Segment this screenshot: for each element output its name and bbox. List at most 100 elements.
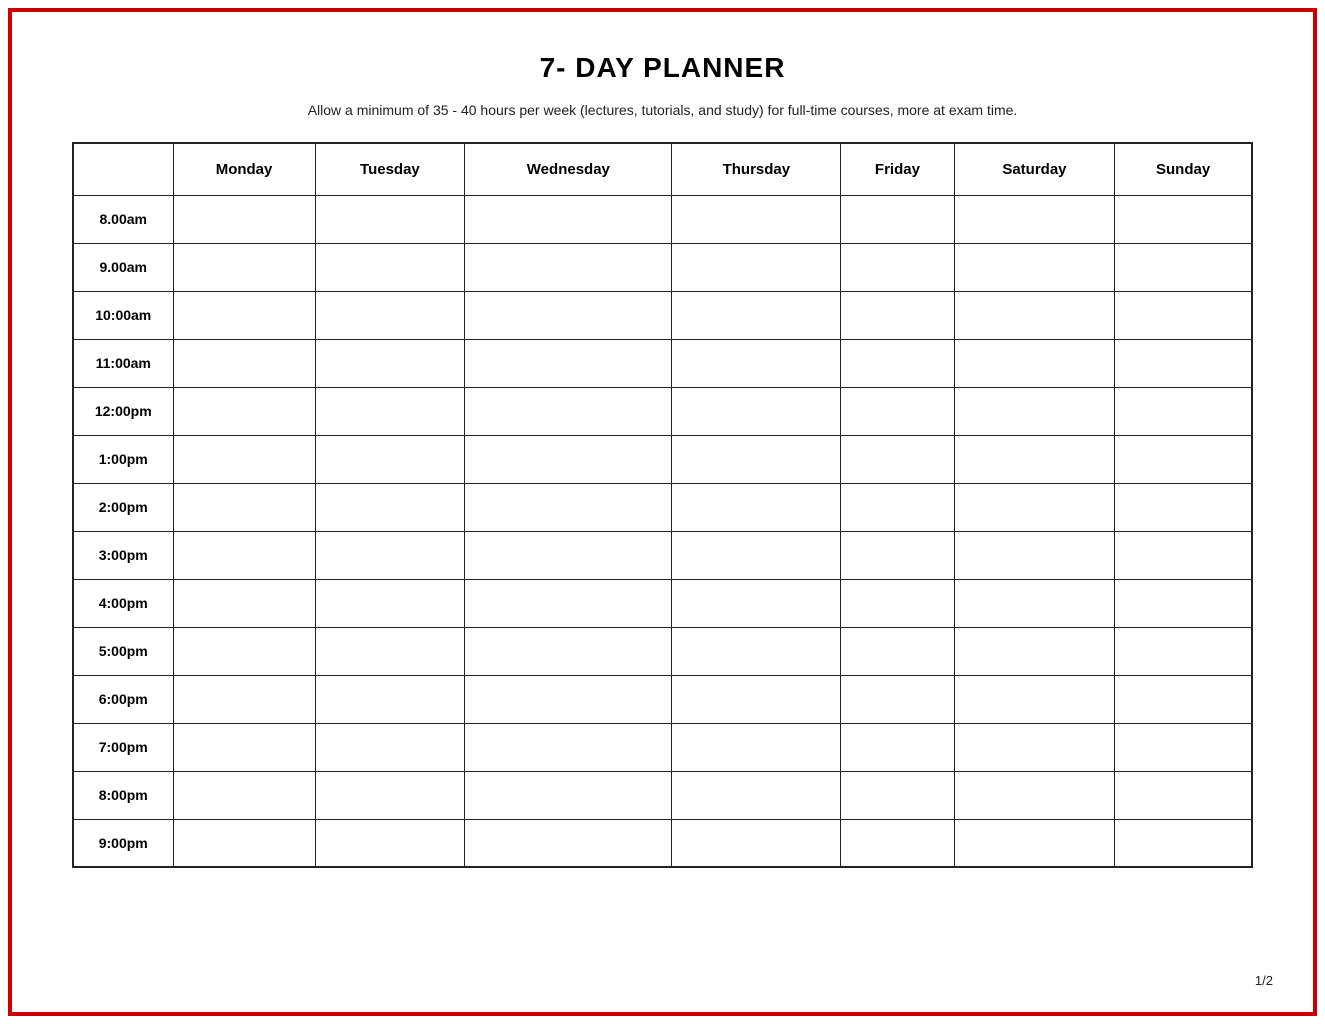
day-cell[interactable]: [954, 627, 1115, 675]
day-cell[interactable]: [1115, 195, 1252, 243]
day-cell[interactable]: [841, 243, 954, 291]
day-cell[interactable]: [465, 435, 672, 483]
day-cell[interactable]: [315, 195, 465, 243]
day-cell[interactable]: [672, 675, 841, 723]
day-cell[interactable]: [672, 531, 841, 579]
day-cell[interactable]: [315, 531, 465, 579]
day-cell[interactable]: [315, 723, 465, 771]
day-cell[interactable]: [315, 483, 465, 531]
day-cell[interactable]: [1115, 579, 1252, 627]
day-cell[interactable]: [672, 771, 841, 819]
day-cell[interactable]: [1115, 339, 1252, 387]
day-cell[interactable]: [173, 627, 315, 675]
day-cell[interactable]: [173, 579, 315, 627]
day-cell[interactable]: [954, 675, 1115, 723]
day-cell[interactable]: [173, 675, 315, 723]
day-cell[interactable]: [672, 243, 841, 291]
day-cell[interactable]: [315, 291, 465, 339]
day-cell[interactable]: [1115, 291, 1252, 339]
day-cell[interactable]: [1115, 387, 1252, 435]
day-cell[interactable]: [173, 435, 315, 483]
day-cell[interactable]: [672, 291, 841, 339]
day-cell[interactable]: [954, 579, 1115, 627]
day-cell[interactable]: [1115, 771, 1252, 819]
day-cell[interactable]: [841, 627, 954, 675]
day-cell[interactable]: [954, 291, 1115, 339]
day-cell[interactable]: [672, 195, 841, 243]
day-cell[interactable]: [841, 771, 954, 819]
day-cell[interactable]: [315, 387, 465, 435]
day-cell[interactable]: [954, 771, 1115, 819]
day-cell[interactable]: [465, 771, 672, 819]
day-cell[interactable]: [841, 291, 954, 339]
day-cell[interactable]: [465, 243, 672, 291]
day-cell[interactable]: [954, 243, 1115, 291]
day-cell[interactable]: [1115, 243, 1252, 291]
day-cell[interactable]: [841, 195, 954, 243]
day-cell[interactable]: [315, 579, 465, 627]
day-cell[interactable]: [173, 339, 315, 387]
day-cell[interactable]: [954, 531, 1115, 579]
day-cell[interactable]: [841, 339, 954, 387]
day-cell[interactable]: [465, 723, 672, 771]
day-cell[interactable]: [173, 387, 315, 435]
day-cell[interactable]: [841, 579, 954, 627]
day-cell[interactable]: [465, 531, 672, 579]
day-cell[interactable]: [672, 627, 841, 675]
day-cell[interactable]: [173, 291, 315, 339]
planner-table: Monday Tuesday Wednesday Thursday Friday…: [72, 142, 1253, 868]
day-cell[interactable]: [954, 387, 1115, 435]
day-cell[interactable]: [465, 291, 672, 339]
day-cell[interactable]: [1115, 819, 1252, 867]
day-cell[interactable]: [954, 819, 1115, 867]
day-cell[interactable]: [841, 387, 954, 435]
day-cell[interactable]: [1115, 531, 1252, 579]
day-cell[interactable]: [1115, 627, 1252, 675]
day-cell[interactable]: [315, 243, 465, 291]
day-cell[interactable]: [173, 243, 315, 291]
day-cell[interactable]: [465, 339, 672, 387]
day-cell[interactable]: [465, 627, 672, 675]
day-cell[interactable]: [954, 195, 1115, 243]
day-cell[interactable]: [1115, 483, 1252, 531]
day-cell[interactable]: [315, 675, 465, 723]
day-cell[interactable]: [841, 435, 954, 483]
day-cell[interactable]: [1115, 723, 1252, 771]
day-cell[interactable]: [672, 435, 841, 483]
day-cell[interactable]: [672, 723, 841, 771]
day-cell[interactable]: [315, 627, 465, 675]
day-cell[interactable]: [841, 819, 954, 867]
day-cell[interactable]: [465, 387, 672, 435]
day-cell[interactable]: [672, 483, 841, 531]
time-cell: 3:00pm: [73, 531, 173, 579]
day-cell[interactable]: [173, 531, 315, 579]
day-cell[interactable]: [1115, 675, 1252, 723]
day-cell[interactable]: [315, 435, 465, 483]
day-cell[interactable]: [465, 675, 672, 723]
day-cell[interactable]: [954, 723, 1115, 771]
day-cell[interactable]: [841, 675, 954, 723]
day-cell[interactable]: [315, 819, 465, 867]
day-cell[interactable]: [173, 819, 315, 867]
day-cell[interactable]: [954, 483, 1115, 531]
day-cell[interactable]: [465, 195, 672, 243]
day-cell[interactable]: [173, 771, 315, 819]
day-cell[interactable]: [1115, 435, 1252, 483]
day-cell[interactable]: [465, 579, 672, 627]
day-cell[interactable]: [173, 483, 315, 531]
day-cell[interactable]: [315, 339, 465, 387]
day-cell[interactable]: [672, 579, 841, 627]
day-cell[interactable]: [315, 771, 465, 819]
day-cell[interactable]: [173, 195, 315, 243]
day-cell[interactable]: [672, 339, 841, 387]
day-cell[interactable]: [841, 723, 954, 771]
day-cell[interactable]: [841, 483, 954, 531]
day-cell[interactable]: [672, 387, 841, 435]
day-cell[interactable]: [672, 819, 841, 867]
day-cell[interactable]: [954, 435, 1115, 483]
day-cell[interactable]: [173, 723, 315, 771]
day-cell[interactable]: [465, 483, 672, 531]
day-cell[interactable]: [465, 819, 672, 867]
day-cell[interactable]: [954, 339, 1115, 387]
day-cell[interactable]: [841, 531, 954, 579]
